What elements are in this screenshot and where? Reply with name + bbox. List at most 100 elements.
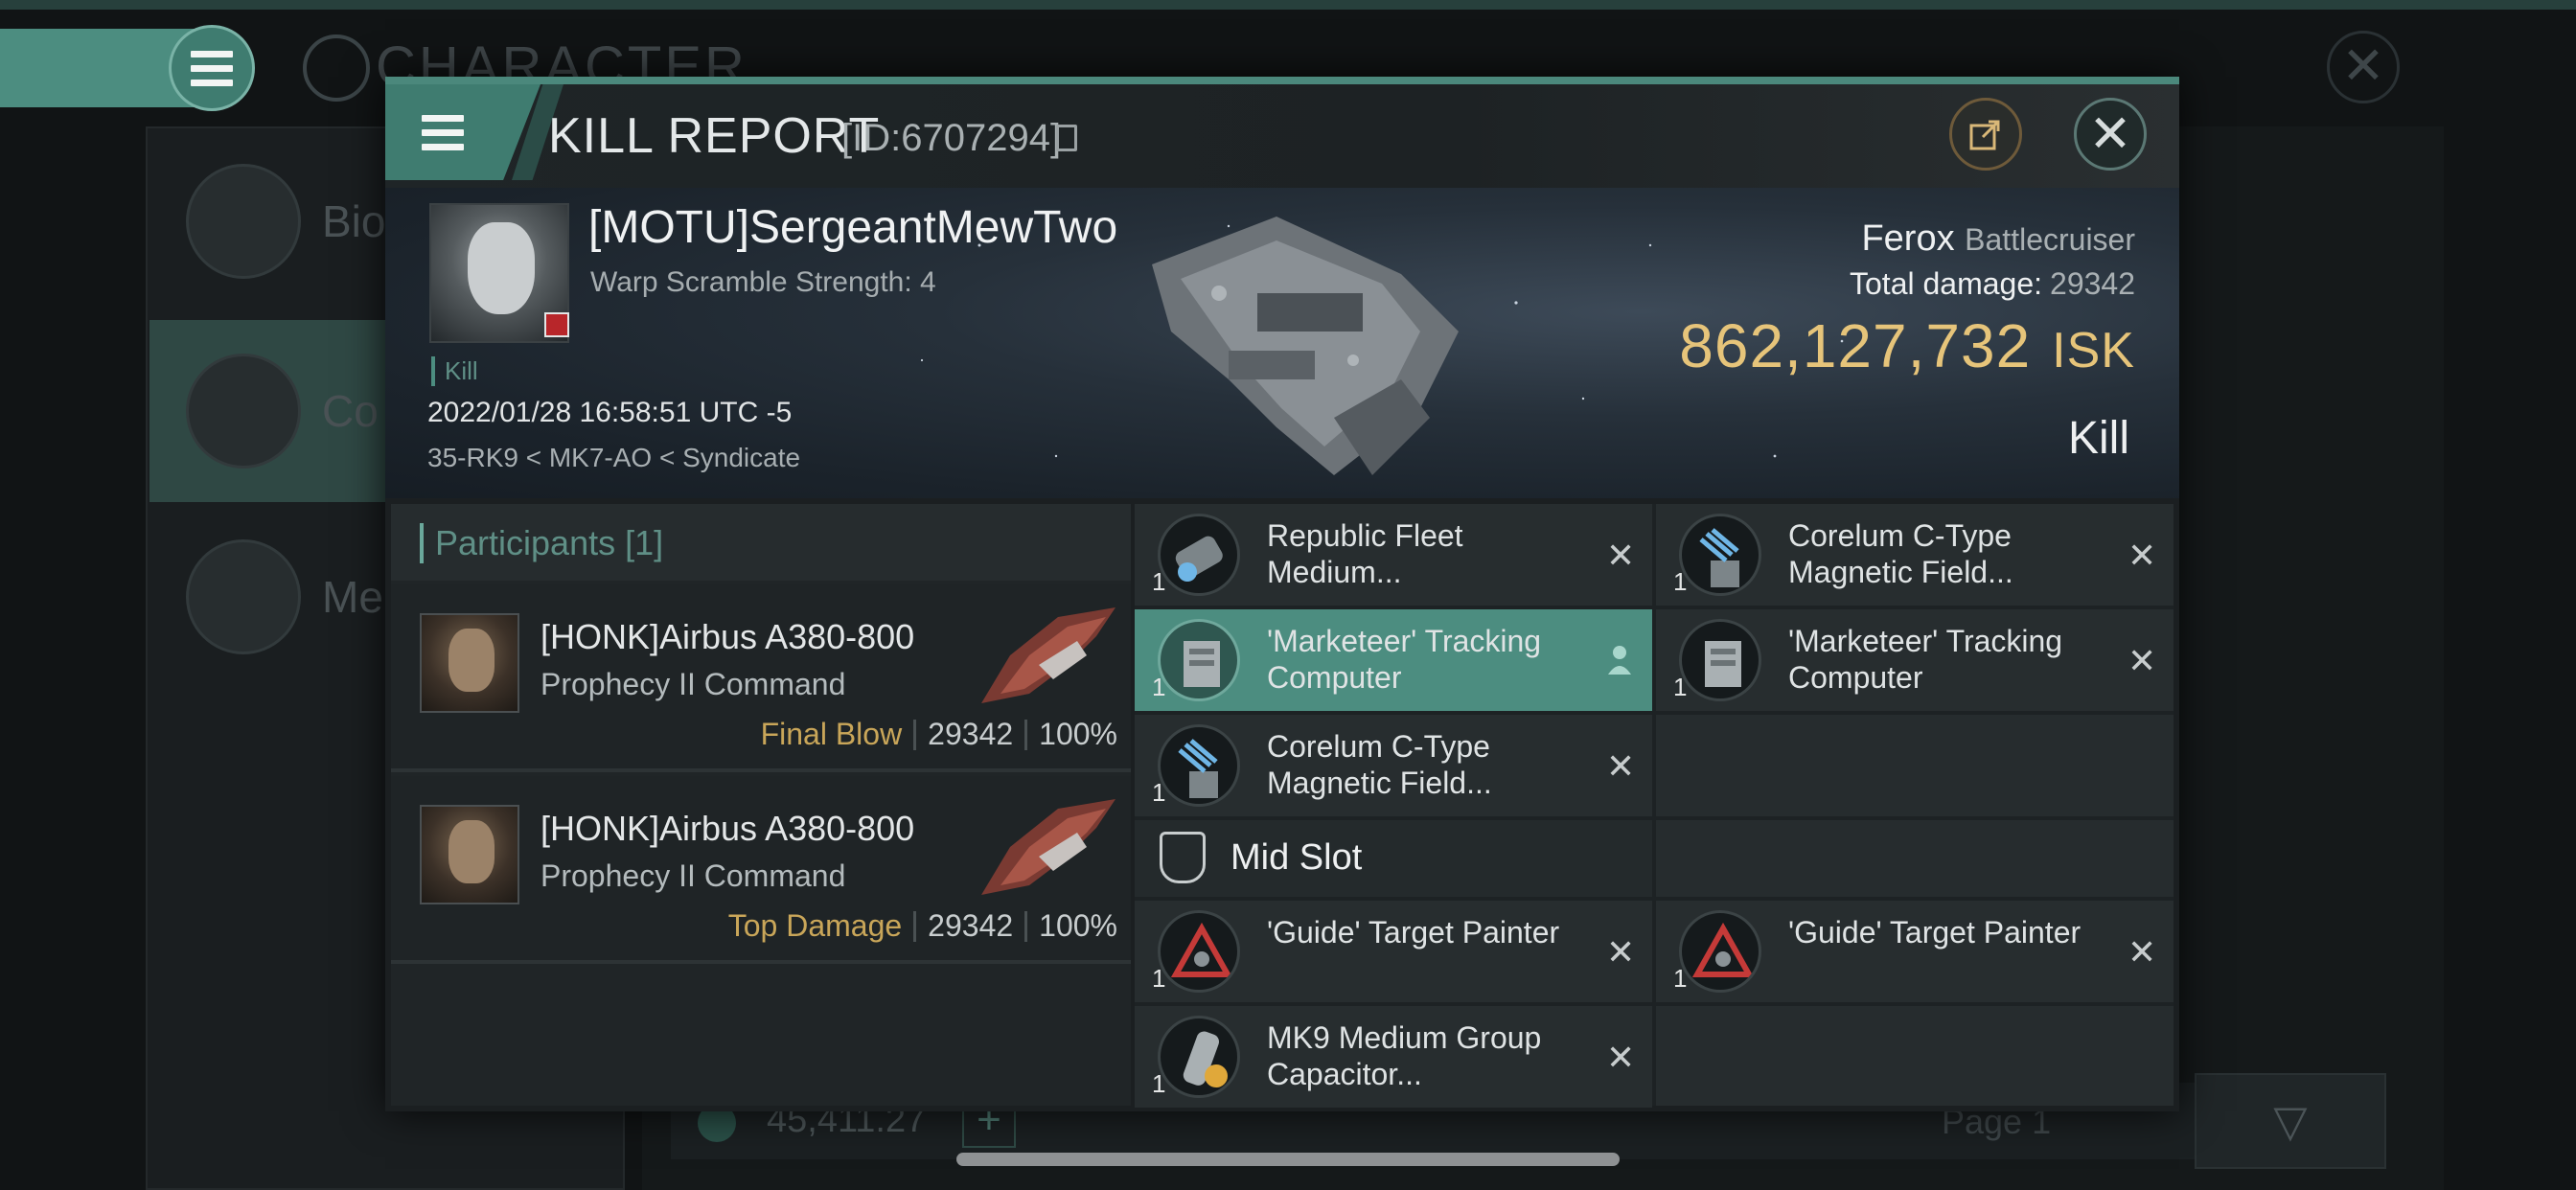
blaster-icon <box>1158 514 1240 596</box>
isk-amount: 862,127,732 <box>1679 311 2032 380</box>
participant-ship-image <box>981 799 1116 895</box>
total-damage-value: 29342 <box>2050 266 2135 301</box>
hamburger-icon <box>191 50 233 86</box>
participant-avatar <box>420 613 519 713</box>
total-damage-label: Total damage: <box>1850 266 2043 301</box>
module-quantity: 1 <box>1152 567 1166 596</box>
list-icon <box>186 164 301 279</box>
module-quantity: 1 <box>1152 1069 1166 1098</box>
main-menu-button[interactable] <box>169 25 255 111</box>
empty-slot-area <box>1656 1006 2174 1106</box>
character-icon <box>303 34 370 102</box>
module-item[interactable]: 1 Republic Fleet Medium... ✕ <box>1135 504 1652 606</box>
module-name: Corelum C-Type Magnetic Field... <box>1788 518 2013 589</box>
stat-divider <box>913 910 917 942</box>
victim-ship-image <box>1152 217 1459 475</box>
participant-percent: 100% <box>1039 908 1117 943</box>
module-item[interactable]: 1 Corelum C-Type Magnetic Field... ✕ <box>1656 504 2174 606</box>
module-item[interactable]: 1 Corelum C-Type Magnetic Field... ✕ <box>1135 715 1652 816</box>
module-item[interactable]: 1 MK9 Medium Group Capacitor... ✕ <box>1135 1006 1652 1108</box>
avatar-portrait <box>448 629 494 692</box>
participant-name: [HONK]Airbus A380-800 <box>540 809 915 848</box>
target-painter-icon <box>1679 910 1761 993</box>
participant-damage: 29342 <box>928 908 1014 943</box>
victim-banner: [MOTU]SergeantMewTwo Warp Scramble Stren… <box>385 188 2179 498</box>
module-item[interactable]: 1 'Guide' Target Painter ✕ <box>1135 901 1652 1002</box>
filter-icon: ▽ <box>2273 1096 2308 1146</box>
participants-panel: Participants [1] [HONK]Airbus A380-800 P… <box>391 504 1131 1106</box>
close-icon: ✕ <box>2088 105 2132 163</box>
module-name: 'Marketeer' Tracking Computer <box>1788 624 2063 695</box>
copy-icon[interactable] <box>1056 125 1077 151</box>
star-badge-icon <box>186 539 301 654</box>
participant-tag: Final Blow <box>760 717 903 751</box>
module-name: MK9 Medium Group Capacitor... <box>1267 1020 1542 1091</box>
background-top-bar <box>0 0 2576 10</box>
module-name: 'Guide' Target Painter <box>1788 915 2082 950</box>
destroyed-icon: ✕ <box>1606 746 1636 786</box>
module-item[interactable]: 1 'Guide' Target Painter ✕ <box>1656 901 2174 1002</box>
background-close-button[interactable]: ✕ <box>2327 31 2400 103</box>
empty-slot-area <box>1656 715 2174 816</box>
participant-stats: Final Blow 29342 100% <box>761 717 1117 752</box>
module-quantity: 1 <box>1152 778 1166 807</box>
mid-slot-header: Mid Slot <box>1135 820 1652 897</box>
module-name: 'Guide' Target Painter <box>1267 915 1560 950</box>
participants-title: Participants [1] <box>420 523 663 563</box>
stat-divider <box>913 719 917 750</box>
module-name: 'Marketeer' Tracking Computer <box>1267 624 1542 695</box>
kill-tag: Kill <box>431 356 478 386</box>
participant-row[interactable]: [HONK]Airbus A380-800 Prophecy II Comman… <box>391 584 1131 772</box>
dropped-person-icon <box>1606 644 1633 680</box>
avatar-portrait <box>468 222 535 314</box>
participant-ship: Prophecy II Command <box>540 667 846 701</box>
crossed-swords-icon <box>186 354 301 469</box>
participant-row[interactable]: [HONK]Airbus A380-800 Prophecy II Comman… <box>391 776 1131 964</box>
tracking-computer-icon <box>1679 619 1761 701</box>
stat-divider <box>1024 719 1028 750</box>
magnetic-field-icon <box>1679 514 1761 596</box>
participant-percent: 100% <box>1039 717 1117 751</box>
capacitor-icon <box>1158 1016 1240 1098</box>
dialog-accent-line <box>385 77 2179 84</box>
stat-divider <box>1024 910 1028 942</box>
kill-location[interactable]: 35-RK9 < MK7-AO < Syndicate <box>427 443 800 473</box>
participant-damage: 29342 <box>928 717 1014 751</box>
destroyed-icon: ✕ <box>1606 932 1636 972</box>
external-link-icon <box>1969 120 2000 150</box>
destroyed-icon: ✕ <box>2128 932 2157 972</box>
module-quantity: 1 <box>1673 673 1688 701</box>
magnetic-field-icon <box>1158 724 1240 807</box>
isk-unit: ISK <box>2052 323 2135 378</box>
participants-header: Participants [1] <box>391 504 1131 581</box>
target-painter-icon <box>1158 910 1240 993</box>
kill-report-dialog: KILL REPORT [ID:6707294] ✕ [MOTU]Sergean… <box>385 77 2179 1111</box>
filter-button[interactable]: ▽ <box>2195 1073 2386 1169</box>
report-id: [ID:6707294] <box>841 117 1062 159</box>
report-result: Kill <box>2067 413 2129 464</box>
home-indicator[interactable] <box>956 1153 1620 1166</box>
participant-stats: Top Damage 29342 100% <box>728 908 1117 944</box>
victim-ship[interactable]: Ferox Battlecruiser <box>1861 218 2135 260</box>
victim-subtitle: Warp Scramble Strength: 4 <box>590 266 936 298</box>
participant-tag: Top Damage <box>727 908 903 943</box>
fitting-modules-panel: 1 Republic Fleet Medium... ✕ 1 Corelum C… <box>1135 504 2174 1108</box>
sidebar-item-label: Bio <box>322 196 386 246</box>
sidebar-item-label: Co <box>322 386 379 436</box>
ship-name: Ferox <box>1861 218 1955 259</box>
module-name: Republic Fleet Medium... <box>1267 518 1463 589</box>
module-item[interactable]: 1 'Marketeer' Tracking Computer <box>1135 609 1652 711</box>
module-quantity: 1 <box>1152 673 1166 701</box>
hamburger-icon <box>422 114 464 150</box>
total-damage: Total damage: 29342 <box>1850 266 2135 302</box>
close-button[interactable]: ✕ <box>2074 98 2147 171</box>
victim-name[interactable]: [MOTU]SergeantMewTwo <box>588 201 1117 254</box>
hostile-standing-icon <box>544 312 569 337</box>
module-quantity: 1 <box>1673 964 1688 993</box>
destroyed-icon: ✕ <box>2128 641 2157 680</box>
module-item[interactable]: 1 'Marketeer' Tracking Computer ✕ <box>1656 609 2174 711</box>
participant-avatar <box>420 805 519 904</box>
module-name: Corelum C-Type Magnetic Field... <box>1267 729 1492 800</box>
sidebar-item-label: Me <box>322 572 383 622</box>
share-button[interactable] <box>1949 98 2022 171</box>
